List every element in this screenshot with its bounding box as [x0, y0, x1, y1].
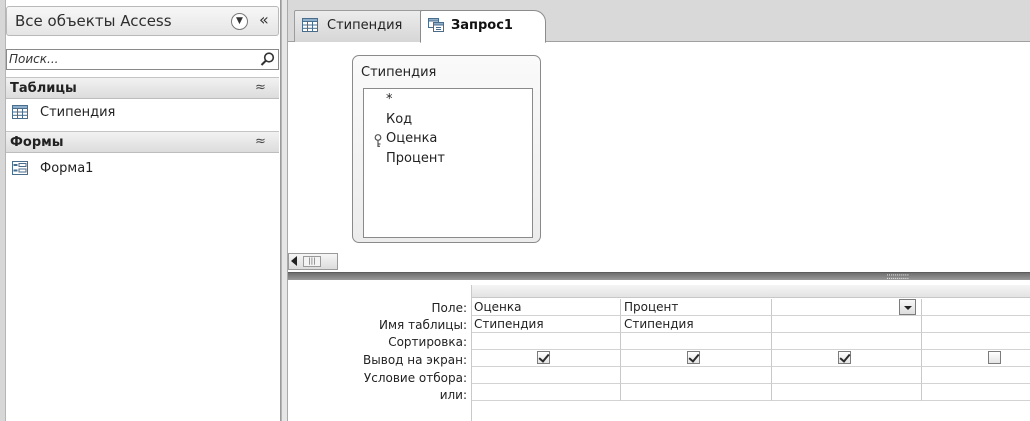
primary-key-icon	[374, 134, 382, 147]
document-edge	[281, 0, 288, 421]
grid-column-selector-row[interactable]	[471, 285, 1030, 298]
table-icon	[12, 105, 28, 119]
splitter-grip-icon[interactable]: :::::::::::	[886, 273, 909, 282]
chevron-up-double-icon[interactable]: ≈	[255, 80, 266, 95]
grid-cell-or[interactable]	[772, 384, 922, 401]
show-checkbox[interactable]	[838, 351, 851, 364]
grid-cell-show	[621, 350, 772, 367]
field-list-item[interactable]: *	[386, 92, 393, 107]
field-list-item[interactable]: Код	[386, 112, 412, 127]
grid-cell-or[interactable]	[922, 384, 1030, 401]
grid-cell-criteria[interactable]	[922, 367, 1030, 384]
grid-cell-table[interactable]	[922, 316, 1030, 333]
chevron-down-circle-icon[interactable]: ▼	[231, 13, 248, 30]
group-label: Формы	[10, 135, 64, 150]
tab-label: Запрос1	[451, 18, 513, 33]
show-checkbox[interactable]	[537, 351, 550, 364]
nav-pane-header[interactable]: Все объекты Access ▼ «	[6, 6, 279, 36]
row-label-criteria: Условие отбора:	[363, 371, 467, 385]
nav-item-table-stipendiya[interactable]: Стипендия	[6, 102, 279, 124]
row-label-table: Имя таблицы:	[379, 318, 467, 332]
tab-label: Стипендия	[327, 18, 403, 33]
row-label-show: Вывод на экран:	[363, 353, 467, 367]
grid-cell-sort[interactable]	[471, 333, 621, 350]
query-design-grid: Поле: Имя таблицы: Сортировка: Вывод на …	[288, 282, 1030, 421]
scroll-thumb[interactable]: |||	[303, 256, 321, 267]
row-label-or: или:	[439, 388, 467, 402]
grid-cell-field[interactable]	[922, 299, 1030, 316]
grid-cell-field[interactable]: Процент	[621, 299, 772, 316]
field-list-item: Оценка	[386, 131, 438, 146]
grid-column-divider	[471, 285, 472, 421]
table-icon	[302, 18, 318, 32]
search-input[interactable]: Поиск...	[9, 52, 58, 66]
group-label: Таблицы	[10, 81, 77, 96]
nav-item-label: Стипендия	[40, 105, 116, 120]
field-list[interactable]: * Код Оценка Процент	[363, 88, 533, 238]
query-design-top-pane: Стипендия * Код Оценка Процент	[288, 43, 1030, 253]
grid-cell-show	[922, 350, 1030, 367]
nav-pane-title: Все объекты Access	[15, 12, 172, 30]
nav-item-form-forma1[interactable]: Форма1	[6, 158, 279, 180]
group-header-tables[interactable]: Таблицы ≈	[6, 77, 279, 99]
grid-cell-criteria[interactable]	[621, 367, 772, 384]
scroll-left-arrow-icon[interactable]	[291, 256, 297, 266]
field-list-key-row[interactable]: Оценка	[364, 131, 532, 151]
grid-cell-field[interactable]: Оценка	[471, 299, 621, 316]
query-icon	[428, 18, 444, 32]
row-label-field: Поле:	[431, 301, 467, 315]
pane-splitter[interactable]: :::::::::::	[288, 272, 1030, 282]
grid-cell-table[interactable]: Стипендия	[471, 316, 621, 333]
grid-cell-or[interactable]	[621, 384, 772, 401]
grid-cell-sort[interactable]	[621, 333, 772, 350]
horizontal-scrollbar[interactable]: |||	[288, 253, 338, 270]
chevron-up-double-icon[interactable]: ≈	[255, 134, 266, 149]
document-tab-strip: Стипендия Запрос1	[288, 0, 1030, 43]
tab-zapros1[interactable]: Запрос1	[420, 10, 546, 43]
nav-search-box[interactable]: Поиск...	[6, 49, 279, 70]
grid-cell-table[interactable]	[772, 316, 922, 333]
field-list-item[interactable]: Процент	[386, 151, 445, 166]
navigation-pane: Все объекты Access ▼ « Поиск... Таблицы …	[0, 0, 281, 421]
grid-cell-show	[772, 350, 922, 367]
show-checkbox[interactable]	[687, 351, 700, 364]
field-list-title: Стипендия	[361, 65, 437, 80]
field-list-window[interactable]: Стипендия * Код Оценка Процент	[352, 55, 541, 243]
nav-item-label: Форма1	[40, 161, 94, 176]
grid-cell-sort[interactable]	[772, 333, 922, 350]
search-icon[interactable]	[259, 51, 276, 68]
grid-cell-or[interactable]	[471, 384, 621, 401]
form-icon	[12, 161, 28, 175]
collapse-pane-icon[interactable]: «	[259, 10, 269, 29]
grid-cell-sort[interactable]	[922, 333, 1030, 350]
show-checkbox[interactable]	[988, 351, 1001, 364]
tab-stipendiya[interactable]: Стипендия	[294, 10, 424, 42]
field-dropdown-button[interactable]	[899, 299, 916, 315]
group-header-forms[interactable]: Формы ≈	[6, 131, 279, 153]
grid-cell-criteria[interactable]	[772, 367, 922, 384]
grid-cell-table[interactable]: Стипендия	[621, 316, 772, 333]
row-label-sort: Сортировка:	[388, 335, 467, 349]
grid-cell-show	[471, 350, 621, 367]
grid-cell-criteria[interactable]	[471, 367, 621, 384]
grid-cell-field[interactable]	[772, 299, 922, 316]
